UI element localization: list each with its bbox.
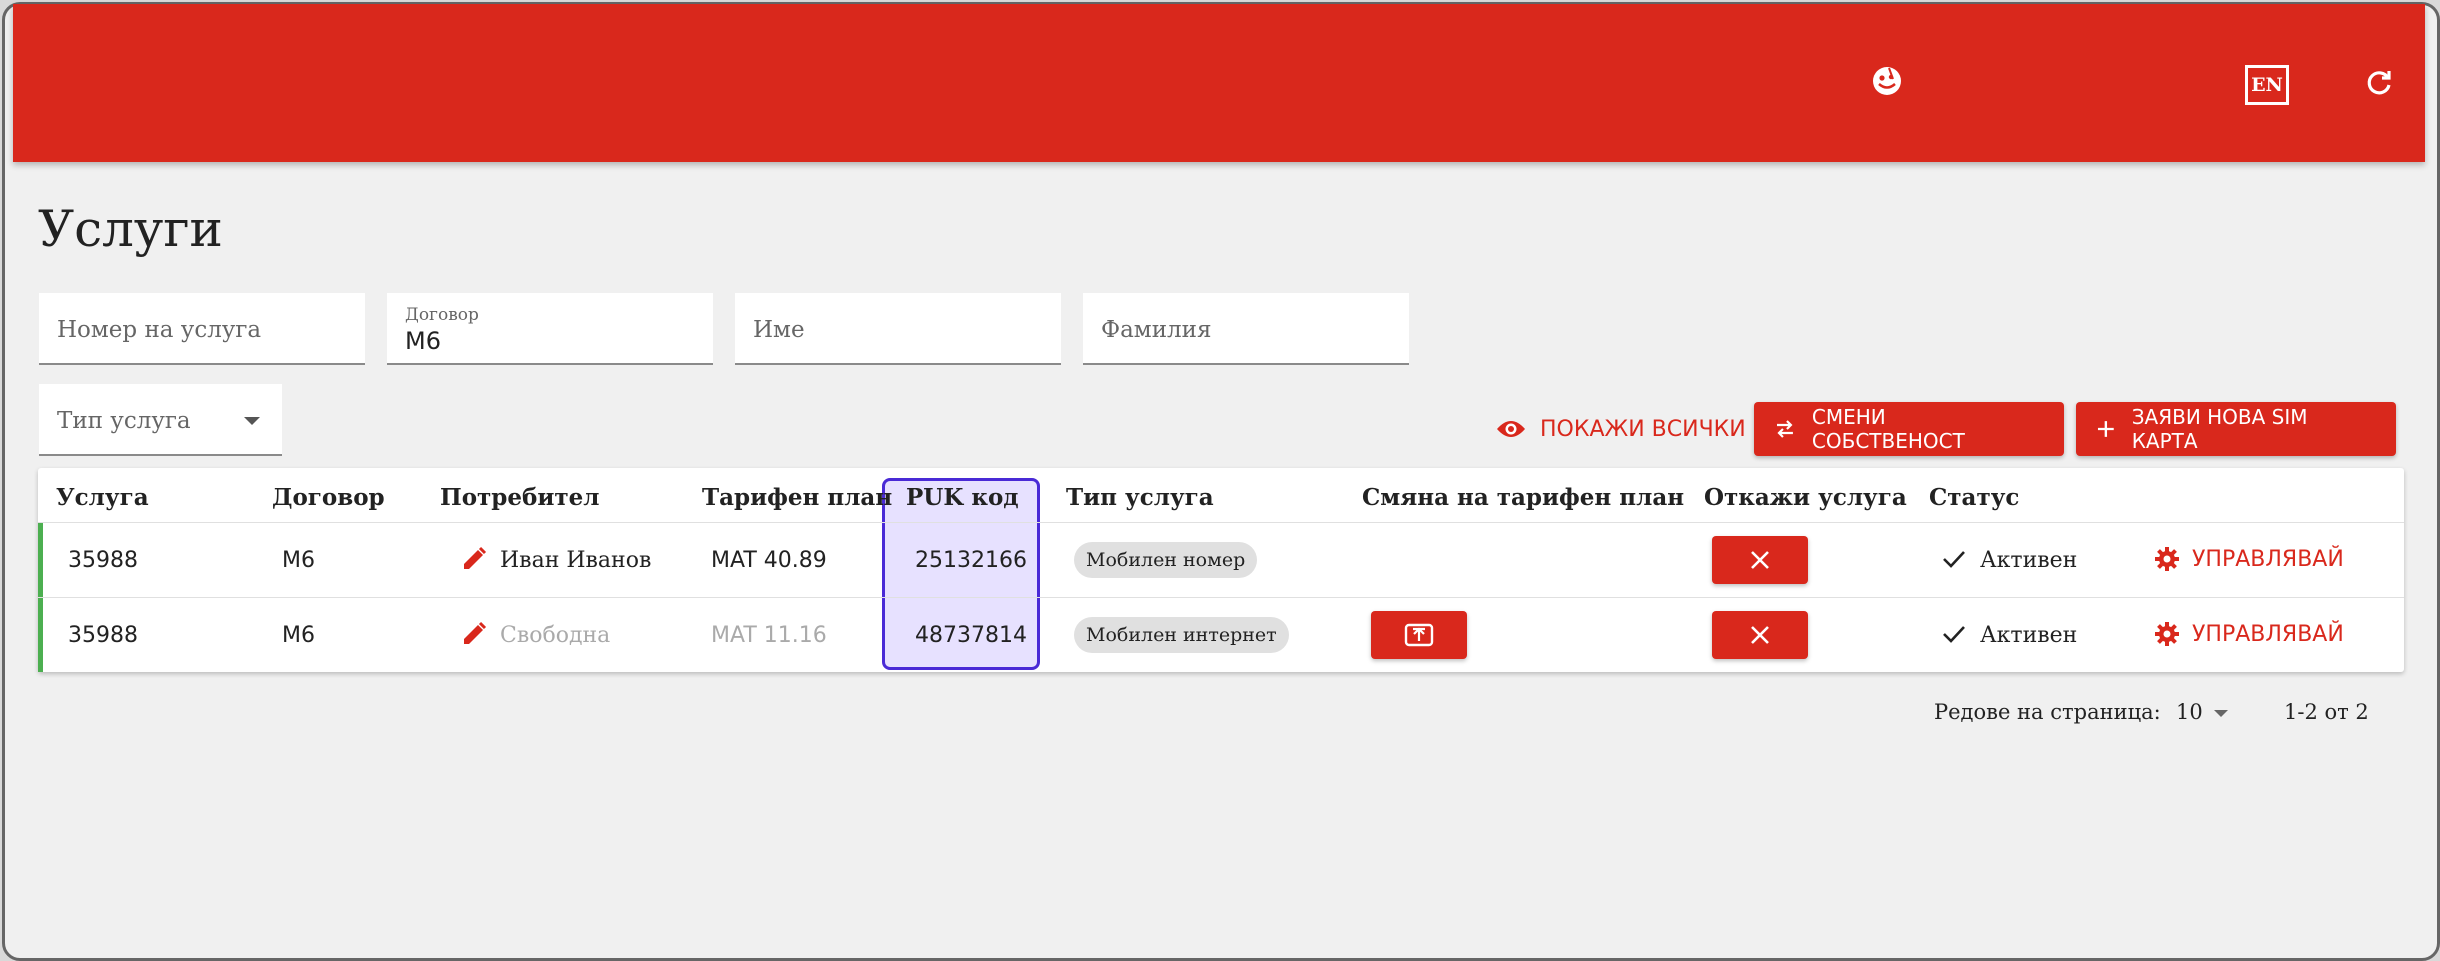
- contract-field[interactable]: Договор M6: [387, 293, 713, 365]
- cell-contract: M6: [282, 548, 315, 573]
- service-number-field[interactable]: Номер на услуга: [39, 293, 365, 365]
- header-status: Статус: [1929, 484, 2020, 511]
- page-title: Услуги: [38, 200, 223, 258]
- request-sim-button[interactable]: ЗАЯВИ НОВА SIM КАРТА: [2076, 402, 2396, 456]
- surname-placeholder: Фамилия: [1101, 317, 1212, 343]
- rows-per-page-label: Редове на страница:: [1934, 700, 2161, 724]
- rows-per-page-select[interactable]: 10: [2176, 700, 2203, 724]
- cell-puk: 25132166: [915, 548, 1027, 573]
- surname-field[interactable]: Фамилия: [1083, 293, 1409, 365]
- close-icon: [1751, 626, 1769, 644]
- show-all-label: ПОКАЖИ ВСИЧКИ: [1540, 416, 1746, 442]
- cell-service: 35988: [68, 548, 138, 573]
- name-placeholder: Име: [753, 317, 805, 343]
- swap-icon: [1776, 420, 1793, 438]
- edit-icon[interactable]: [460, 620, 488, 648]
- cancel-service-button[interactable]: [1712, 536, 1808, 584]
- name-field[interactable]: Име: [735, 293, 1061, 365]
- close-icon: [1751, 551, 1769, 569]
- check-icon: [1943, 551, 1965, 568]
- service-type-chip: Мобилен интернет: [1074, 617, 1289, 653]
- face-icon[interactable]: [1869, 63, 1905, 99]
- chevron-down-icon: [244, 417, 260, 425]
- request-sim-label: ЗАЯВИ НОВА SIM КАРТА: [2131, 405, 2308, 453]
- gear-icon: [2155, 622, 2179, 646]
- change-ownership-button[interactable]: СМЕНИ СОБСТВЕНОСТ: [1754, 402, 2064, 456]
- cell-user: Свободна: [500, 623, 611, 648]
- header-type: Тип услуга: [1066, 484, 1214, 511]
- manage-label: УПРАВЛЯВАЙ: [2192, 621, 2344, 647]
- row-status-indicator: [38, 523, 43, 597]
- header-change-plan: Смяна на тарифен план: [1362, 484, 1685, 511]
- service-number-placeholder: Номер на услуга: [57, 317, 262, 343]
- cell-plan: MAT 40.89: [711, 548, 827, 573]
- service-type-select[interactable]: Тип услуга: [39, 384, 282, 456]
- change-plan-button[interactable]: [1371, 611, 1467, 659]
- gear-icon: [2155, 547, 2179, 571]
- header-plan: Тарифен план: [702, 484, 893, 511]
- upload-plan-icon: [1404, 623, 1434, 647]
- pagination-range: 1-2 от 2: [2284, 700, 2369, 724]
- manage-button[interactable]: УПРАВЛЯВАЙ: [2154, 546, 2344, 572]
- header-puk: PUK код: [906, 484, 1019, 511]
- cancel-service-button[interactable]: [1712, 611, 1808, 659]
- row-status-indicator: [38, 598, 43, 672]
- contract-value: M6: [405, 327, 441, 355]
- header-contract: Договор: [272, 484, 385, 511]
- show-all-button[interactable]: ПОКАЖИ ВСИЧКИ: [1496, 405, 1746, 453]
- language-toggle-button[interactable]: EN: [2245, 65, 2289, 105]
- cell-contract: M6: [282, 623, 315, 648]
- chevron-down-icon[interactable]: [2214, 710, 2228, 717]
- cell-status: Активен: [1980, 623, 2078, 648]
- cell-puk: 48737814: [915, 623, 1027, 648]
- cell-plan: MAT 11.16: [711, 623, 827, 648]
- cell-user: Иван Иванов: [500, 548, 652, 573]
- manage-label: УПРАВЛЯВАЙ: [2192, 546, 2344, 572]
- refresh-icon[interactable]: [2363, 68, 2395, 100]
- contract-label: Договор: [405, 305, 479, 325]
- cell-status: Активен: [1980, 548, 2078, 573]
- edit-icon[interactable]: [460, 545, 488, 573]
- service-type-placeholder: Тип услуга: [57, 408, 191, 434]
- header-service: Услуга: [56, 484, 149, 511]
- manage-button[interactable]: УПРАВЛЯВАЙ: [2154, 621, 2344, 647]
- row-divider: [38, 597, 2404, 598]
- header-divider: [38, 522, 2404, 523]
- plus-icon: [2097, 421, 2114, 437]
- language-label: EN: [2251, 74, 2283, 96]
- check-icon: [1943, 626, 1965, 643]
- header-user: Потребител: [440, 484, 600, 511]
- cell-service: 35988: [68, 623, 138, 648]
- top-bar: EN: [13, 4, 2425, 162]
- change-ownership-label: СМЕНИ СОБСТВЕНОСТ: [1811, 405, 1965, 453]
- service-type-chip: Мобилен номер: [1074, 542, 1258, 578]
- header-cancel: Откажи услуга: [1704, 484, 1907, 511]
- eye-icon: [1497, 421, 1525, 437]
